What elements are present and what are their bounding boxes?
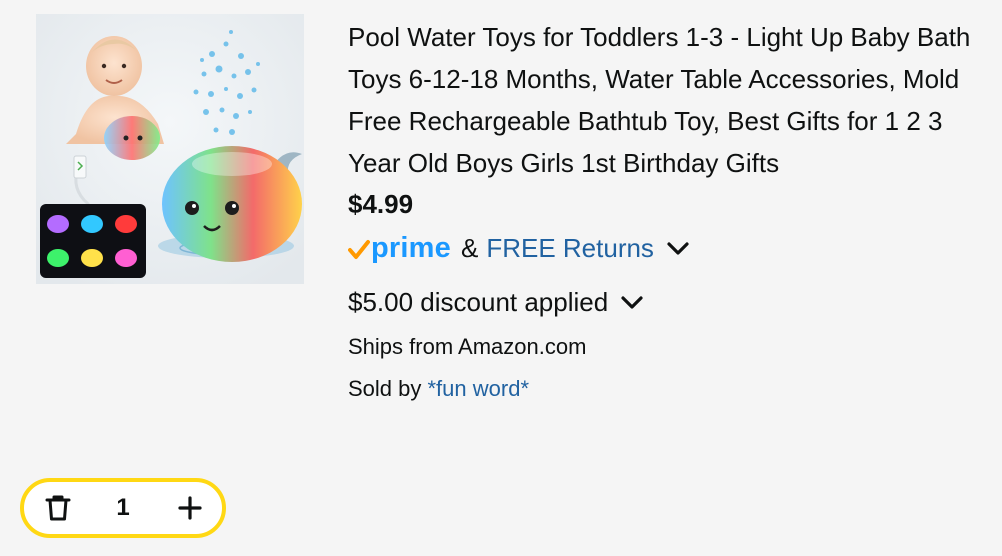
- ships-from: Ships from Amazon.com: [348, 334, 587, 359]
- prime-logo: prime: [348, 232, 451, 265]
- seller-link[interactable]: *fun word*: [428, 376, 530, 401]
- product-price: $4.99: [348, 189, 414, 219]
- sold-by-prefix: Sold by: [348, 376, 428, 401]
- product-title[interactable]: Pool Water Toys for Toddlers 1-3 - Light…: [348, 16, 978, 184]
- prime-returns-row[interactable]: prime & FREE Returns: [348, 226, 978, 270]
- increase-quantity-button[interactable]: [164, 482, 216, 534]
- chevron-down-icon[interactable]: [666, 241, 690, 257]
- free-returns-link[interactable]: FREE Returns: [486, 233, 654, 264]
- check-icon: [348, 240, 370, 259]
- product-image[interactable]: [36, 14, 304, 284]
- plus-icon: [178, 496, 202, 520]
- product-info: Pool Water Toys for Toddlers 1-3 - Light…: [348, 16, 978, 406]
- discount-label: $5.00 discount applied: [348, 286, 609, 317]
- cart-item-card: Pool Water Toys for Toddlers 1-3 - Light…: [0, 0, 1002, 556]
- quantity-stepper: 1: [20, 478, 226, 538]
- prime-label: prime: [371, 231, 451, 264]
- sold-by: Sold by *fun word*: [348, 372, 978, 406]
- product-image-graphic: [36, 14, 304, 284]
- ampersand: &: [460, 232, 479, 263]
- discount-row[interactable]: $5.00 discount applied: [348, 282, 978, 322]
- chevron-down-icon[interactable]: [620, 295, 644, 311]
